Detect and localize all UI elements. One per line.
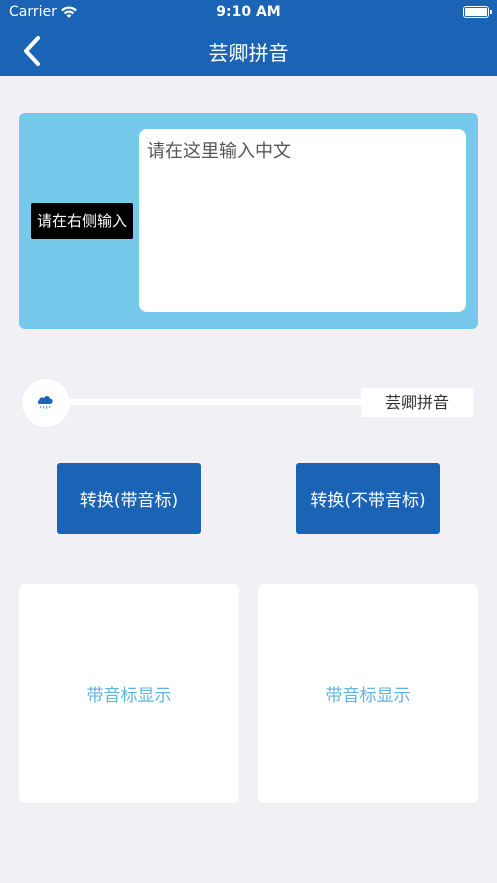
input-panel: 请在右侧输入 — [19, 113, 478, 329]
result-text-left: 带音标显示 — [86, 686, 172, 706]
navigation-bar: 芸卿拼音 — [0, 26, 497, 76]
clock: 9:10 AM — [216, 4, 281, 20]
convert-without-tone-button[interactable]: 转换(不带音标) — [296, 463, 440, 534]
chinese-text-input[interactable] — [139, 129, 466, 312]
battery-icon — [463, 6, 492, 18]
slider-label: 芸卿拼音 — [361, 388, 473, 417]
result-text-right: 带音标显示 — [325, 686, 411, 706]
page-title: 芸卿拼音 — [208, 41, 289, 65]
convert-with-tone-button[interactable]: 转换(带音标) — [57, 463, 201, 534]
cloud-rain-icon — [37, 396, 53, 410]
slider-thumb[interactable] — [22, 379, 70, 427]
result-box-right: 带音标显示 — [258, 584, 478, 803]
result-box-left: 带音标显示 — [19, 584, 239, 803]
slider-track[interactable] — [40, 399, 370, 405]
input-hint-label: 请在右侧输入 — [31, 203, 133, 239]
status-bar: Carrier 9:10 AM — [0, 0, 497, 26]
